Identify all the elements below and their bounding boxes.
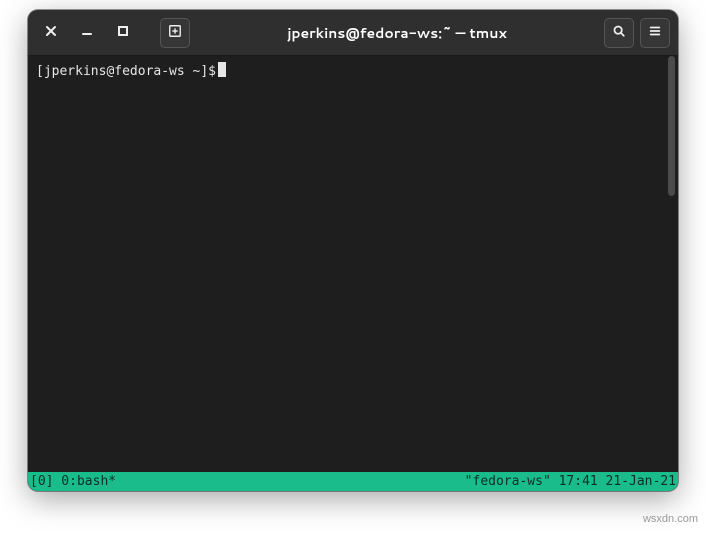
scrollbar-thumb[interactable] bbox=[668, 56, 675, 196]
search-icon bbox=[612, 21, 626, 44]
close-icon bbox=[44, 21, 58, 44]
tmux-status-bar: [0] 0:bash* "fedora-ws" 17:41 21-Jan-21 bbox=[28, 472, 678, 491]
minimize-button[interactable] bbox=[72, 18, 102, 48]
new-tab-icon bbox=[168, 21, 182, 44]
menu-button[interactable] bbox=[640, 18, 670, 48]
tmux-status-left: [0] 0:bash* bbox=[30, 472, 116, 491]
new-tab-button[interactable] bbox=[160, 18, 190, 48]
watermark: wsxdn.com bbox=[643, 513, 698, 525]
search-button[interactable] bbox=[604, 18, 634, 48]
shell-prompt: [jperkins@fedora-ws ~]$ bbox=[36, 62, 216, 82]
maximize-button[interactable] bbox=[108, 18, 138, 48]
window-title: jperkins@fedora-ws:~ — tmux bbox=[196, 23, 598, 43]
terminal-window: jperkins@fedora-ws:~ — tmux [jperkins@fe… bbox=[28, 10, 678, 491]
terminal-content: [jperkins@fedora-ws ~]$ bbox=[28, 56, 678, 88]
close-button[interactable] bbox=[36, 18, 66, 48]
terminal-pane[interactable]: [jperkins@fedora-ws ~]$ bbox=[28, 56, 678, 472]
titlebar: jperkins@fedora-ws:~ — tmux bbox=[28, 10, 678, 56]
tmux-status-right: "fedora-ws" 17:41 21-Jan-21 bbox=[465, 472, 676, 491]
maximize-icon bbox=[116, 21, 130, 44]
minimize-icon bbox=[80, 21, 94, 44]
hamburger-menu-icon bbox=[648, 21, 662, 44]
cursor bbox=[218, 62, 226, 77]
